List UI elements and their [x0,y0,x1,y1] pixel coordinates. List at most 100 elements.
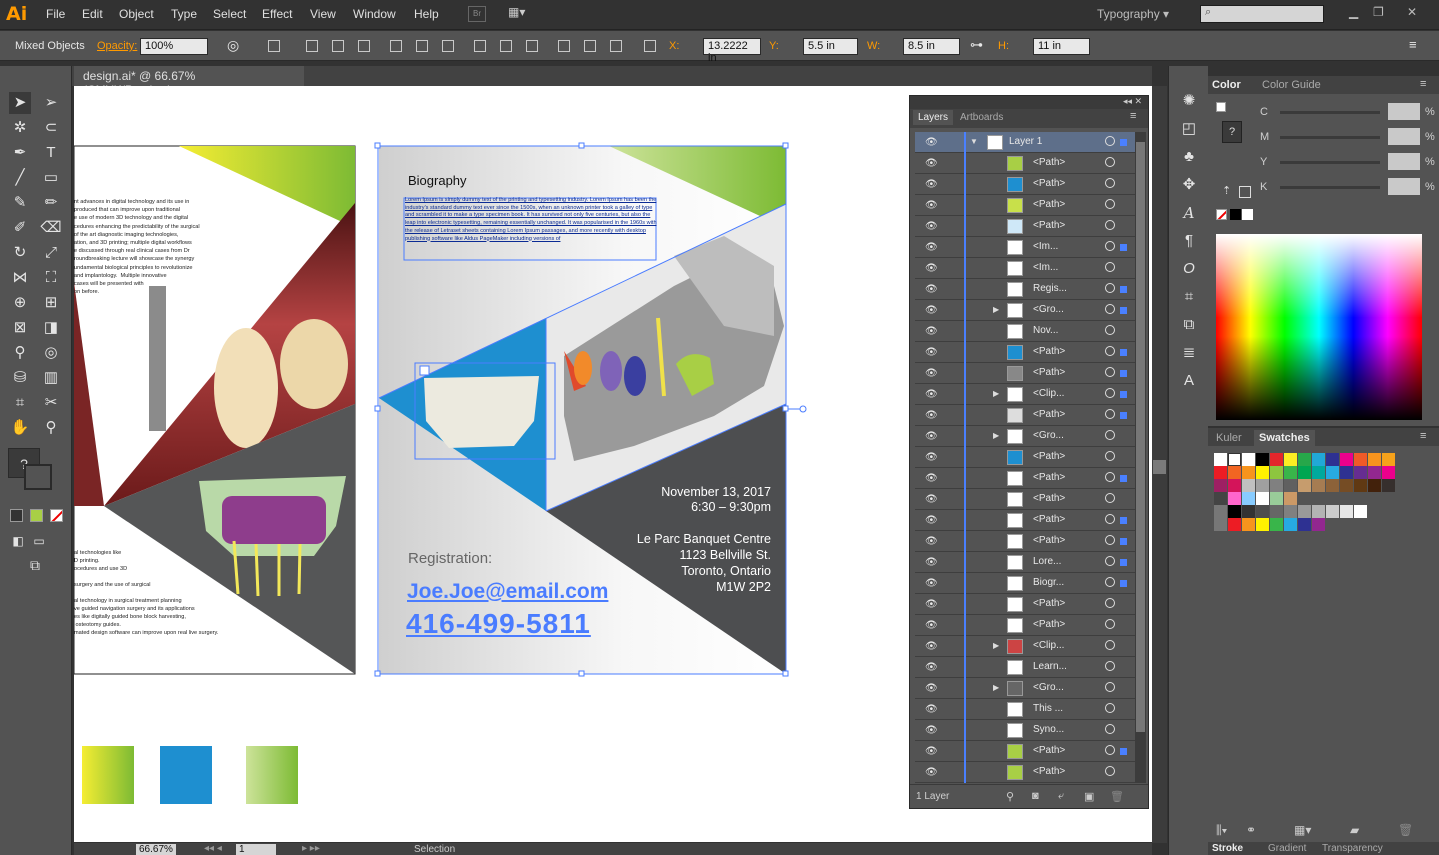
target-icon[interactable] [1105,535,1115,545]
channel-y-slider[interactable] [1280,161,1380,164]
green-swatch[interactable] [246,746,298,804]
menu-select[interactable]: Select [213,7,246,21]
width-tool-icon[interactable]: ⋈ [9,267,31,289]
opacity-label[interactable]: Opacity: [97,40,137,52]
align-middle-icon[interactable] [416,40,428,52]
fill-none-swatch[interactable]: ? [1222,121,1242,143]
slice-tool-icon[interactable]: ✂ [40,392,62,414]
expand-group-icon[interactable]: ▶ [993,431,999,440]
target-icon[interactable] [1105,241,1115,251]
target-icon[interactable] [1105,724,1115,734]
fill-swatch[interactable] [1216,102,1226,112]
visibility-eye-icon[interactable]: 👁 [925,515,938,526]
layer-row[interactable]: 👁 <Path> [915,489,1135,510]
target-icon[interactable] [1105,430,1115,440]
gradient-tab[interactable]: Gradient [1268,843,1306,854]
perspective-grid-tool-icon[interactable]: ⊞ [40,292,62,314]
constrain-proportions-icon[interactable]: ⊶ [970,37,983,53]
visibility-eye-icon[interactable]: 👁 [925,599,938,610]
color-mode-icon[interactable] [10,509,23,522]
w-input[interactable]: 8.5 in [903,38,960,55]
selection-tool-icon[interactable]: ➤ [9,92,31,114]
close-window-icon[interactable]: ✕ [1407,5,1417,19]
selection-indicator[interactable] [1120,244,1127,251]
none-mode-icon[interactable] [50,509,63,522]
target-icon[interactable] [1105,577,1115,587]
target-icon[interactable] [1105,199,1115,209]
selection-indicator[interactable] [1120,391,1127,398]
selection-indicator[interactable] [1120,748,1127,755]
menu-object[interactable]: Object [119,7,154,21]
biography-text[interactable]: Lorem Ipsum is simply dummy text of the … [405,197,657,257]
target-icon[interactable] [1105,220,1115,230]
color-guide-tab[interactable]: Color Guide [1262,79,1321,91]
eyedropper-tool-icon[interactable]: ⚲ [9,342,31,364]
target-icon[interactable] [1105,178,1115,188]
event-street[interactable]: 1123 Bellville St. [594,548,772,562]
selection-indicator[interactable] [1120,475,1127,482]
magic-wand-tool-icon[interactable]: ✲ [9,117,31,139]
color-tab[interactable]: Color [1212,79,1241,91]
appearance-panel-icon[interactable]: ✥ [1178,174,1200,196]
workspace-switcher[interactable]: Typography ▾ [1097,7,1169,21]
recolor-icon[interactable]: ◎ [227,37,239,54]
registration-label[interactable]: Registration: [408,550,492,567]
color-menu-icon[interactable]: ≡ [1420,78,1426,90]
visibility-eye-icon[interactable]: 👁 [925,305,938,316]
transparency-tab[interactable]: Transparency [1322,843,1383,854]
align-panel-icon[interactable]: ≣ [1178,342,1200,364]
menu-help[interactable]: Help [414,7,439,21]
visibility-eye-icon[interactable]: 👁 [925,536,938,547]
direct-selection-tool-icon[interactable]: ➢ [40,92,62,114]
visibility-eye-icon[interactable]: 👁 [925,263,938,274]
visibility-eye-icon[interactable]: 👁 [925,221,938,232]
new-color-group-icon[interactable]: ▰ [1350,823,1359,837]
menu-view[interactable]: View [310,7,336,21]
layer-row[interactable]: 👁 Lore... [915,552,1135,573]
selection-indicator[interactable] [1120,370,1127,377]
locate-object-icon[interactable]: ⚲ [1006,790,1014,803]
target-icon[interactable] [1105,325,1115,335]
visibility-eye-icon[interactable]: 👁 [925,578,938,589]
layer-row[interactable]: 👁 <Im... [915,258,1135,279]
out-of-gamut-icon[interactable]: ⇡ [1222,184,1231,197]
channel-c-slider[interactable] [1280,111,1380,114]
brushes-panel-icon[interactable]: ✺ [1178,90,1200,112]
visibility-eye-icon[interactable]: 👁 [925,368,938,379]
gradient-tool-icon[interactable]: ◨ [40,317,62,339]
symbols-panel-icon[interactable]: ♣ [1178,146,1200,168]
create-layer-icon[interactable]: ▣ [1084,790,1094,803]
layer-row[interactable]: 👁 ▶ <Gro... [915,426,1135,447]
shape-builder-tool-icon[interactable]: ⊕ [9,292,31,314]
target-icon[interactable] [1105,514,1115,524]
web-safe-icon[interactable] [1239,186,1251,198]
layer-row[interactable]: 👁 This ... [915,699,1135,720]
column-graph-tool-icon[interactable]: ▥ [40,367,62,389]
black-color-chip[interactable] [1230,209,1241,220]
minimize-icon[interactable]: ▁ [1349,5,1358,19]
layers-menu-icon[interactable]: ≡ [1130,110,1136,122]
expand-group-icon[interactable]: ▶ [993,641,999,650]
swatch-options-icon[interactable]: ▦▾ [1294,823,1311,837]
visibility-eye-icon[interactable]: 👁 [925,179,938,190]
distribute-top-icon[interactable] [474,40,486,52]
blob-brush-tool-icon[interactable]: ✐ [9,217,31,239]
swatches-menu-icon[interactable]: ≡ [1420,430,1426,442]
layer-row[interactable]: 👁 <Path> [915,153,1135,174]
layer-row[interactable]: 👁 Learn... [915,657,1135,678]
visibility-eye-icon[interactable]: 👁 [925,683,938,694]
paintbrush-tool-icon[interactable]: ✎ [9,192,31,214]
vertical-scrollbar[interactable] [1152,86,1167,843]
expand-group-icon[interactable]: ▶ [993,389,999,398]
menu-window[interactable]: Window [353,7,396,21]
scale-tool-icon[interactable]: ⤢ [40,242,62,264]
opentype-panel-icon[interactable]: O [1178,258,1200,280]
distribute-left-icon[interactable] [558,40,570,52]
target-icon[interactable] [1105,682,1115,692]
rectangle-tool-icon[interactable]: ▭ [40,167,62,189]
blue-swatch[interactable] [160,746,212,804]
align-center-icon[interactable] [332,40,344,52]
swatch-kinds-icon[interactable]: ⚭ [1246,823,1256,837]
target-icon[interactable] [1105,283,1115,293]
distribute-bottom-icon[interactable] [526,40,538,52]
